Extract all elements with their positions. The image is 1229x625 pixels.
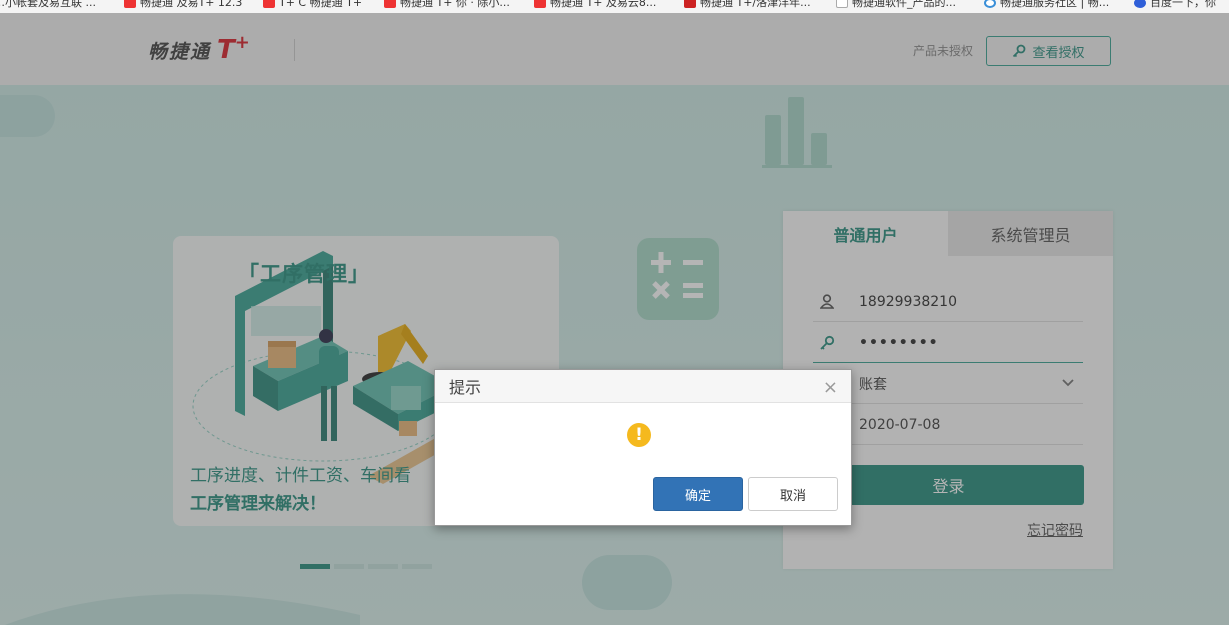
cancel-button[interactable]: 取消 (748, 477, 838, 511)
bookmark-label: 畅捷通 T+ 你 · 除小... (400, 0, 510, 9)
dialog-title: 提示 (449, 378, 482, 397)
bookmark-favicon-icon (124, 0, 136, 8)
bookmark-label: 百度一下，你 (1150, 0, 1216, 9)
bookmark-item[interactable]: …小帐套及易互联 ... (0, 0, 96, 8)
bookmark-item[interactable]: T+ C 畅捷通 T+ (263, 0, 362, 8)
dialog-header: 提示 × (435, 370, 851, 403)
bookmark-favicon-icon (263, 0, 275, 8)
refresh-icon (984, 0, 996, 8)
bookmark-label: T+ C 畅捷通 T+ (279, 0, 363, 9)
bookmark-label: 畅捷通软件_产品的... (852, 0, 956, 9)
prompt-dialog: 提示 × ! 确定 取消 (434, 369, 852, 526)
bookmark-label: 畅捷通 及易T+ 12.3 (140, 0, 243, 9)
bookmark-favicon-icon (534, 0, 546, 8)
bookmark-item[interactable]: 畅捷通软件_产品的... (836, 0, 956, 8)
bookmark-item[interactable]: 畅捷通 T+ 你 · 除小... (384, 0, 510, 8)
bookmark-label: 畅捷通 T+ 及易云8... (550, 0, 657, 9)
bookmarks-bar: …小帐套及易互联 ... 畅捷通 及易T+ 12.3 T+ C 畅捷通 T+ 畅… (0, 0, 1229, 13)
bookmark-item[interactable]: 畅捷通 T+ 及易云8... (534, 0, 656, 8)
confirm-button[interactable]: 确定 (653, 477, 743, 511)
bookmark-item[interactable]: 畅捷通 及易T+ 12.3 (124, 0, 242, 8)
bookmark-item[interactable]: 畅捷通 T+/洛津洋年... (684, 0, 811, 8)
baidu-icon (1134, 0, 1146, 8)
close-icon[interactable]: × (823, 377, 838, 398)
page-icon (836, 0, 848, 8)
warning-icon: ! (627, 423, 651, 447)
bookmark-item[interactable]: 畅捷通服务社区 | 畅... (984, 0, 1109, 8)
modal-overlay[interactable] (0, 13, 1229, 625)
bookmark-label: …小帐套及易互联 ... (0, 0, 96, 9)
bookmark-item[interactable]: 百度一下，你 (1134, 0, 1216, 8)
bookmark-favicon-icon (684, 0, 696, 8)
bookmark-label: 畅捷通服务社区 | 畅... (1000, 0, 1110, 9)
bookmark-favicon-icon (384, 0, 396, 8)
bookmark-label: 畅捷通 T+/洛津洋年... (700, 0, 811, 9)
